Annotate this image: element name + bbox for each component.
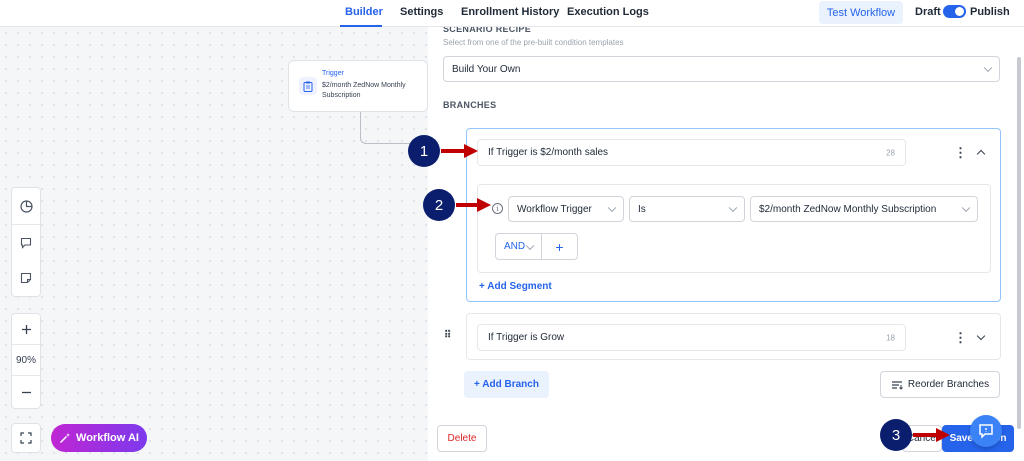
publish-label: Publish [970,6,1010,18]
plus-icon [21,324,31,334]
step-marker-2: 2 [423,189,455,221]
analytics-button[interactable] [12,188,40,224]
and-label: AND [504,241,526,252]
branch-name-input[interactable]: If Trigger is $2/month sales 28 [477,139,906,166]
info-icon: i [492,203,503,214]
chevron-down-icon [728,203,738,213]
zoom-in-button[interactable] [12,314,40,344]
branch-name-value: If Trigger is Grow [488,332,565,343]
pie-chart-icon [19,199,33,213]
annotation-arrow-3 [913,428,950,442]
step-marker-3: 3 [880,419,912,451]
chevron-down-icon [983,63,993,73]
tab-builder[interactable]: Builder [345,6,383,18]
test-workflow-button[interactable]: Test Workflow [819,1,903,24]
segment-box: i Workflow Trigger Is $2/month ZedNow Mo… [477,184,991,273]
annotation-arrow-2 [456,198,491,212]
drag-handle-icon[interactable]: ⠿ [444,330,451,341]
delete-button[interactable]: Delete [437,425,487,452]
zoom-level: 90% [12,344,40,376]
toggle-knob [955,7,964,16]
canvas-tools [11,187,41,297]
branches-title: BRANCHES [443,100,497,110]
condition-operator-value: Is [638,203,646,215]
top-bar: Builder Settings Enrollment History Exec… [0,0,1024,27]
scenario-recipe-subtitle: Select from one of the pre-built conditi… [443,38,624,47]
minus-icon [21,391,31,393]
publish-toggle[interactable] [943,5,966,18]
add-condition-button[interactable]: + [542,234,577,259]
chevron-down-icon [525,241,535,250]
scrollbar[interactable] [1017,57,1021,429]
branch-settings-panel: SCENARIO RECIPE Select from one of the p… [428,24,1024,461]
more-options-icon[interactable]: ⋮ [954,146,967,159]
clipboard-icon [299,77,317,95]
chevron-down-icon [607,203,617,213]
condition-value-select[interactable]: $2/month ZedNow Monthly Subscription [750,196,978,222]
scenario-recipe-select[interactable]: Build Your Own [443,56,1000,82]
zoom-out-button[interactable] [12,376,40,408]
condition-field-value: Workflow Trigger [517,203,592,215]
expand-icon[interactable] [976,331,986,341]
zoom-controls: 90% [11,313,41,409]
sticky-note-icon [20,272,32,284]
condition-value-value: $2/month ZedNow Monthly Subscription [759,203,937,215]
magic-wand-icon [59,433,71,444]
workflow-ai-label: Workflow AI [76,432,139,444]
step-marker-1: 1 [408,135,440,167]
branch-name-input[interactable]: If Trigger is Grow 18 [477,324,906,351]
branch-card-1: If Trigger is $2/month sales 28 ⋮ i Work… [445,128,1001,302]
trigger-node[interactable]: Trigger $2/month ZedNow Monthly Subscrip… [288,60,428,112]
draft-label: Draft [915,6,941,18]
sticky-note-button[interactable] [12,260,40,296]
chevron-down-icon [961,203,971,213]
reorder-icon [891,380,903,390]
annotation-arrow-1 [441,144,478,158]
and-or-group: AND + [495,233,578,260]
tab-settings[interactable]: Settings [400,6,443,18]
tab-enrollment-history[interactable]: Enrollment History [461,6,559,18]
chat-icon [979,424,993,439]
char-count: 18 [886,333,895,342]
char-count: 28 [886,148,895,157]
condition-field-select[interactable]: Workflow Trigger [508,196,624,222]
collapse-icon[interactable] [976,149,986,159]
workflow-canvas[interactable]: Trigger $2/month ZedNow Monthly Subscrip… [0,27,428,461]
branch-name-value: If Trigger is $2/month sales [488,147,609,158]
expand-icon [20,432,32,444]
and-select[interactable]: AND [496,234,542,259]
active-tab-indicator [340,25,382,27]
comments-button[interactable] [12,224,40,260]
more-options-icon[interactable]: ⋮ [954,331,967,344]
reorder-label: Reorder Branches [907,379,990,390]
add-branch-button[interactable]: + Add Branch [464,371,549,398]
fullscreen-button[interactable] [11,423,41,453]
condition-operator-select[interactable]: Is [629,196,745,222]
trigger-description: $2/month ZedNow Monthly Subscription [322,82,406,99]
reorder-branches-button[interactable]: Reorder Branches [880,371,1000,398]
add-segment-link[interactable]: + Add Segment [479,281,552,292]
comment-icon [20,237,32,249]
tab-execution-logs[interactable]: Execution Logs [567,6,649,18]
branch-card-2: If Trigger is Grow 18 ⋮ [466,313,1001,360]
trigger-title: Trigger [322,70,344,77]
chat-support-button[interactable] [970,415,1002,447]
workflow-ai-button[interactable]: Workflow AI [51,424,147,452]
scenario-recipe-value: Build Your Own [452,63,521,75]
